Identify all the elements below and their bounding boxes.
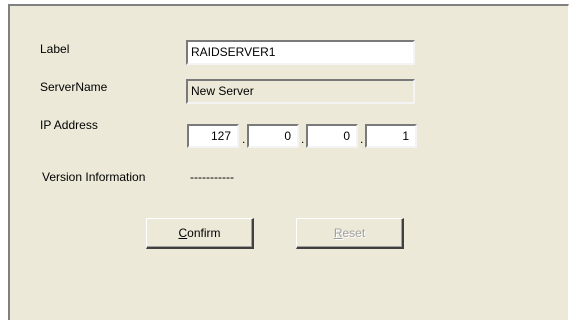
version-information-value: ----------- xyxy=(190,170,234,184)
server-name-field: New Server xyxy=(186,79,415,104)
ip-separator: . xyxy=(301,132,305,146)
ip-octet-4-input[interactable]: 1 xyxy=(365,124,417,148)
confirm-button[interactable]: Confirm xyxy=(146,218,254,249)
confirm-mnemonic: C xyxy=(178,226,188,240)
ip-octet-3-input[interactable]: 0 xyxy=(306,124,358,148)
confirm-label: onfirm xyxy=(187,226,221,240)
ip-octet-2-input[interactable]: 0 xyxy=(247,124,299,148)
reset-button[interactable]: Reset xyxy=(296,218,404,249)
server-settings-panel: Label RAIDSERVER1 ServerName New Server … xyxy=(8,4,569,320)
ip-address-caption: IP Address xyxy=(40,118,98,132)
label-caption: Label xyxy=(40,42,70,56)
label-input[interactable]: RAIDSERVER1 xyxy=(186,40,415,65)
ip-octet-1-input[interactable]: 127 xyxy=(187,124,239,148)
ip-separator: . xyxy=(360,132,364,146)
version-information-caption: Version Information xyxy=(42,170,146,184)
ip-separator: . xyxy=(242,132,246,146)
reset-label: eset xyxy=(342,226,366,240)
server-name-caption: ServerName xyxy=(40,80,108,94)
